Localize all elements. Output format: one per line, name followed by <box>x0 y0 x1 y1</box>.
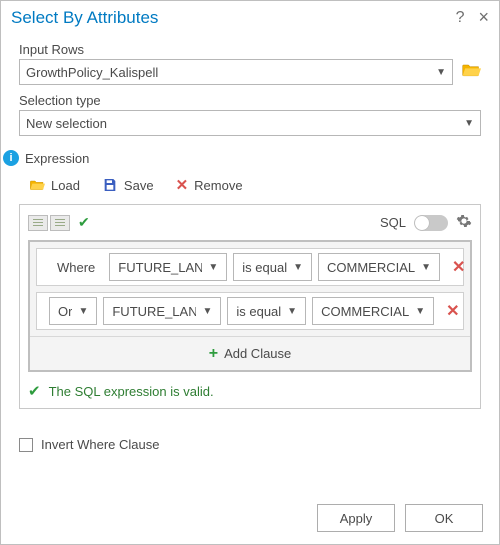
clause-operator-combo[interactable]: is equal▼ <box>233 253 312 281</box>
delete-clause-icon[interactable]: ✕ <box>440 301 465 321</box>
titlebar: Select By Attributes ? × <box>1 1 499 30</box>
sql-label: SQL <box>380 215 406 230</box>
info-icon[interactable]: i <box>3 150 19 166</box>
add-clause-label: Add Clause <box>224 346 291 361</box>
load-label: Load <box>51 178 80 193</box>
content: Input Rows GrowthPolicy_Kalispell ▼ Sele… <box>1 30 499 452</box>
invert-label: Invert Where Clause <box>41 437 160 452</box>
select-by-attributes-window: Select By Attributes ? × Input Rows Grow… <box>0 0 500 545</box>
selection-type-label: Selection type <box>19 93 481 108</box>
remove-button[interactable]: ✕ Remove <box>176 176 243 194</box>
selection-type-value: New selection <box>26 116 458 131</box>
validation-text: The SQL expression is valid. <box>49 384 214 399</box>
chevron-down-icon: ▼ <box>464 118 474 129</box>
plus-icon: + <box>209 345 218 363</box>
invert-checkbox[interactable] <box>19 438 33 452</box>
close-icon[interactable]: × <box>478 7 489 28</box>
add-clause-button[interactable]: + Add Clause <box>30 336 470 370</box>
clause-field-combo[interactable]: FUTURE_LAN▼ <box>103 297 221 325</box>
input-rows-value: GrowthPolicy_Kalispell <box>26 65 430 80</box>
chevron-down-icon: ▼ <box>287 306 297 317</box>
chevron-down-icon: ▼ <box>436 67 446 78</box>
expression-label: Expression <box>25 151 89 166</box>
input-rows-combo[interactable]: GrowthPolicy_Kalispell ▼ <box>19 59 453 85</box>
check-icon: ✔ <box>28 382 41 400</box>
clause-logic-cell[interactable]: Where <box>49 253 103 281</box>
sql-toggle[interactable] <box>414 215 448 231</box>
query-view-icon[interactable] <box>28 215 48 231</box>
browse-folder-icon[interactable] <box>461 60 481 85</box>
window-title: Select By Attributes <box>11 8 442 28</box>
ok-button[interactable]: OK <box>405 504 483 532</box>
chevron-down-icon: ▼ <box>293 262 303 273</box>
validate-icon[interactable]: ✔ <box>78 214 90 231</box>
clause-logic-combo[interactable]: Or▼ <box>49 297 97 325</box>
validation-row: ✔ The SQL expression is valid. <box>28 382 472 400</box>
help-icon[interactable]: ? <box>456 9 465 27</box>
x-icon: ✕ <box>176 176 189 194</box>
selection-type-combo[interactable]: New selection ▼ <box>19 110 481 136</box>
gear-icon[interactable] <box>456 213 472 232</box>
save-label: Save <box>124 178 154 193</box>
save-button[interactable]: Save <box>102 177 154 193</box>
clause-row: Or▼ FUTURE_LAN▼ is equal▼ COMMERCIAL▼ ✕ <box>36 292 464 330</box>
remove-label: Remove <box>194 178 242 193</box>
chevron-down-icon: ▼ <box>202 306 212 317</box>
clause-value-combo[interactable]: COMMERCIAL▼ <box>318 253 440 281</box>
clause-value-combo[interactable]: COMMERCIAL▼ <box>312 297 434 325</box>
load-button[interactable]: Load <box>29 177 80 193</box>
clause-row: Where FUTURE_LAN▼ is equal▼ COMMERCIAL▼ … <box>36 248 464 286</box>
input-rows-label: Input Rows <box>19 42 481 57</box>
chevron-down-icon: ▼ <box>415 306 425 317</box>
delete-clause-icon[interactable]: ✕ <box>446 257 471 277</box>
chevron-down-icon: ▼ <box>78 306 88 317</box>
expression-builder: ✔ SQL Where FUTURE_LAN▼ is equal▼ COMMER… <box>19 204 481 409</box>
expression-toolbar: Load Save ✕ Remove <box>19 166 481 202</box>
clause-container: Where FUTURE_LAN▼ is equal▼ COMMERCIAL▼ … <box>28 240 472 372</box>
apply-button[interactable]: Apply <box>317 504 395 532</box>
clause-operator-combo[interactable]: is equal▼ <box>227 297 306 325</box>
clause-field-combo[interactable]: FUTURE_LAN▼ <box>109 253 227 281</box>
footer: Apply OK <box>301 492 499 544</box>
chevron-down-icon: ▼ <box>421 262 431 273</box>
query-view-icon-alt[interactable] <box>50 215 70 231</box>
chevron-down-icon: ▼ <box>208 262 218 273</box>
